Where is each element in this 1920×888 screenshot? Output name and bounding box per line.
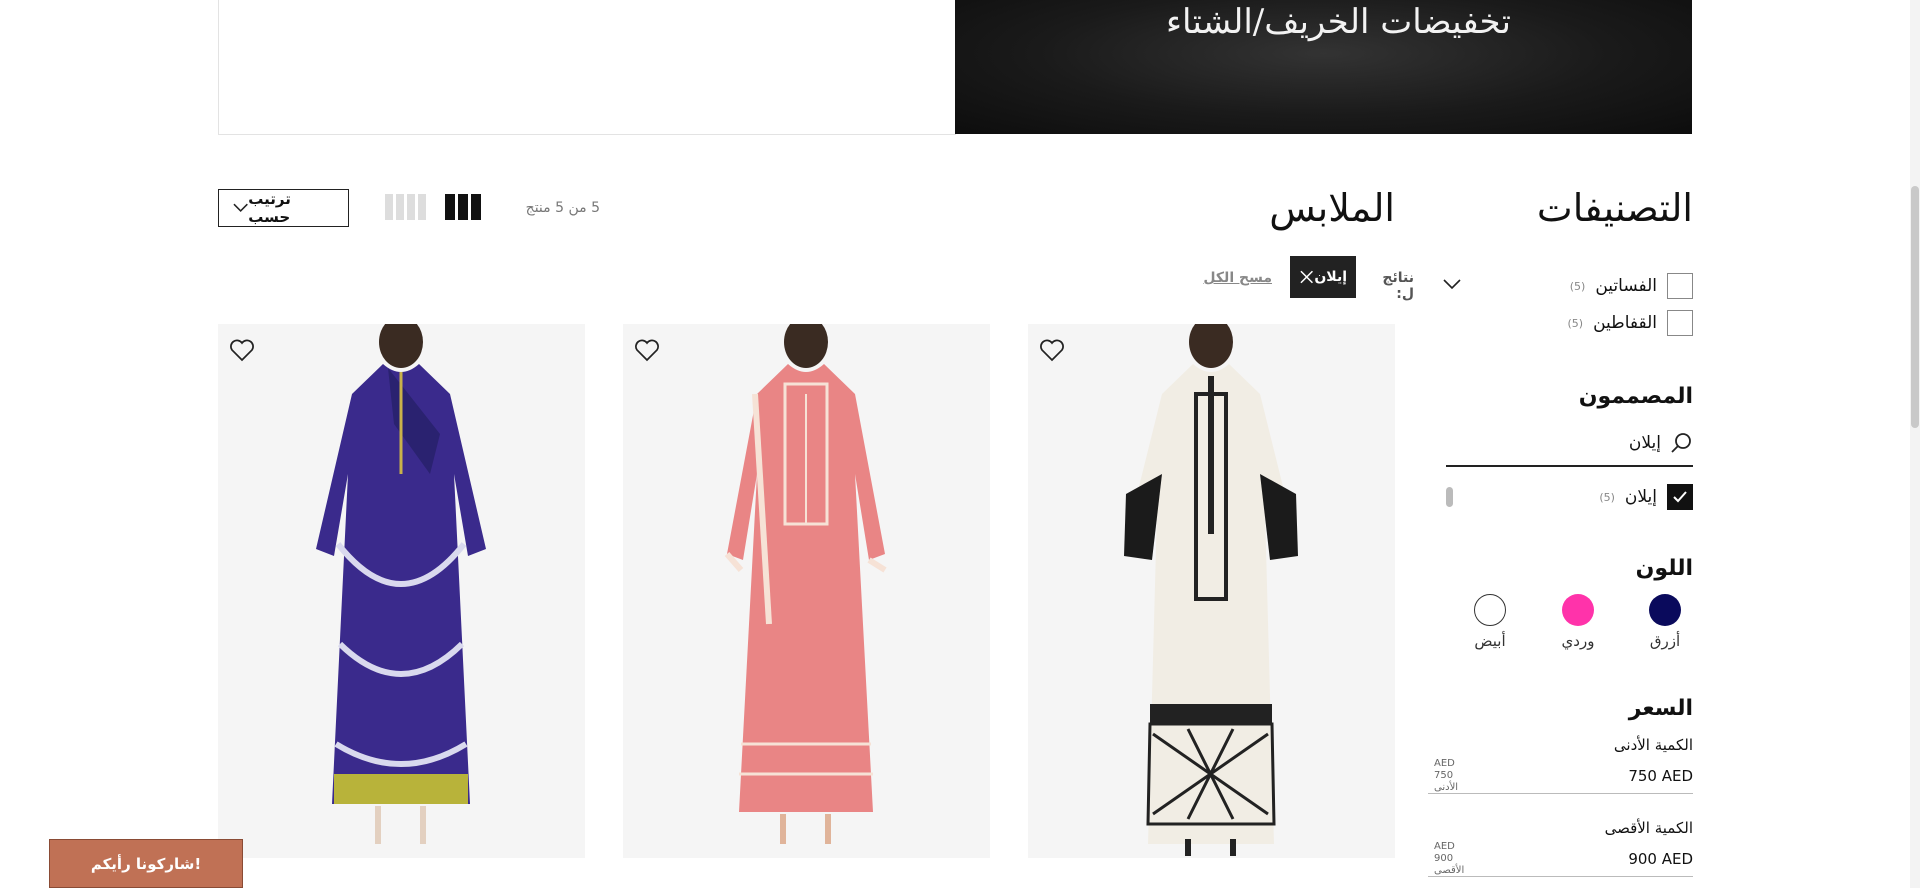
designer-search-input[interactable]: إيلان [1446, 420, 1693, 467]
designer-checkbox[interactable] [1667, 484, 1693, 510]
page-scrollbar-thumb[interactable] [1911, 186, 1919, 428]
designers-heading: المصممون [1578, 384, 1693, 409]
color-option-white[interactable]: أبيض [1455, 594, 1525, 650]
color-swatch[interactable] [1649, 594, 1681, 626]
color-heading: اللون [1635, 556, 1693, 581]
product-card[interactable] [623, 324, 990, 858]
product-card[interactable] [1028, 324, 1395, 858]
categories-heading: التصنيفات [1536, 186, 1693, 230]
banner-title: تخفيضات الخريف/الشتاء [1166, 2, 1511, 42]
designer-filter-elan[interactable]: (5) إيلان [1460, 484, 1693, 510]
checkmark-icon [1673, 491, 1687, 503]
designer-count: (5) [1599, 490, 1615, 504]
sort-label: ترتيب حسب [248, 190, 291, 226]
chip-label: إيلان [1314, 269, 1347, 285]
color-swatch[interactable] [1562, 594, 1594, 626]
page-title: الملابس [1269, 186, 1395, 230]
min-price-input[interactable]: AED 750 الأدنى 750 AED [1428, 756, 1693, 794]
category-label: القفاطين [1593, 313, 1657, 333]
category-filter-dresses[interactable]: (5) الفساتين [1460, 273, 1693, 299]
chevron-down-icon [233, 203, 248, 212]
wishlist-heart-icon[interactable] [633, 336, 661, 364]
wishlist-heart-icon[interactable] [1038, 336, 1066, 364]
close-icon[interactable] [1299, 269, 1314, 285]
product-image [724, 324, 887, 844]
price-heading: السعر [1628, 696, 1693, 721]
product-card[interactable] [218, 324, 585, 858]
min-price-hint: AED 750 الأدنى [1434, 758, 1459, 793]
max-price-label: الكمية الأقصى [1604, 819, 1693, 837]
category-count: (5) [1567, 316, 1584, 330]
banner-image-left [218, 0, 956, 135]
min-price-value: 750 AED [1628, 767, 1693, 785]
grid-4-columns-icon[interactable] [385, 194, 426, 220]
color-option-blue[interactable]: أزرق [1630, 594, 1700, 650]
category-count: (5) [1569, 279, 1586, 293]
product-image [1124, 324, 1298, 856]
designer-search-value: إيلان [1628, 432, 1661, 453]
grid-3-columns-icon[interactable] [445, 194, 481, 220]
max-price-input[interactable]: AED 900 الأقصى 900 AED [1428, 839, 1693, 877]
page-scrollbar-track[interactable] [1910, 0, 1920, 888]
results-for-label: نتائج ل: [1382, 270, 1414, 302]
designer-label: إيلان [1624, 487, 1657, 507]
color-option-pink[interactable]: وردي [1543, 594, 1613, 650]
wishlist-heart-icon[interactable] [228, 336, 256, 364]
feedback-button[interactable]: شاركونا رأيكم! [49, 839, 243, 888]
sale-banner[interactable]: تخفيضات الخريف/الشتاء [955, 0, 1692, 134]
min-price-label: الكمية الأدنى [1613, 736, 1693, 754]
color-label: أزرق [1649, 632, 1681, 650]
designer-list-scrollbar[interactable] [1446, 487, 1453, 507]
product-image [316, 324, 486, 844]
color-swatch[interactable] [1474, 594, 1506, 626]
chevron-down-icon[interactable] [1443, 278, 1461, 290]
clear-all-link[interactable]: مسح الكل [1200, 270, 1272, 286]
category-label: الفساتين [1595, 276, 1657, 296]
color-label: وردي [1561, 632, 1595, 650]
category-filter-kaftans[interactable]: (5) القفاطين [1460, 310, 1693, 336]
max-price-hint: AED 900 الأقصى [1434, 841, 1465, 876]
active-filter-chip[interactable]: إيلان [1290, 256, 1356, 298]
product-count: 5 من 5 منتج [525, 200, 600, 216]
color-label: أبيض [1474, 632, 1506, 650]
search-icon [1671, 432, 1691, 453]
category-checkbox[interactable] [1667, 310, 1693, 336]
category-checkbox[interactable] [1667, 273, 1693, 299]
max-price-value: 900 AED [1628, 850, 1693, 868]
sort-dropdown[interactable]: ترتيب حسب [218, 189, 349, 227]
